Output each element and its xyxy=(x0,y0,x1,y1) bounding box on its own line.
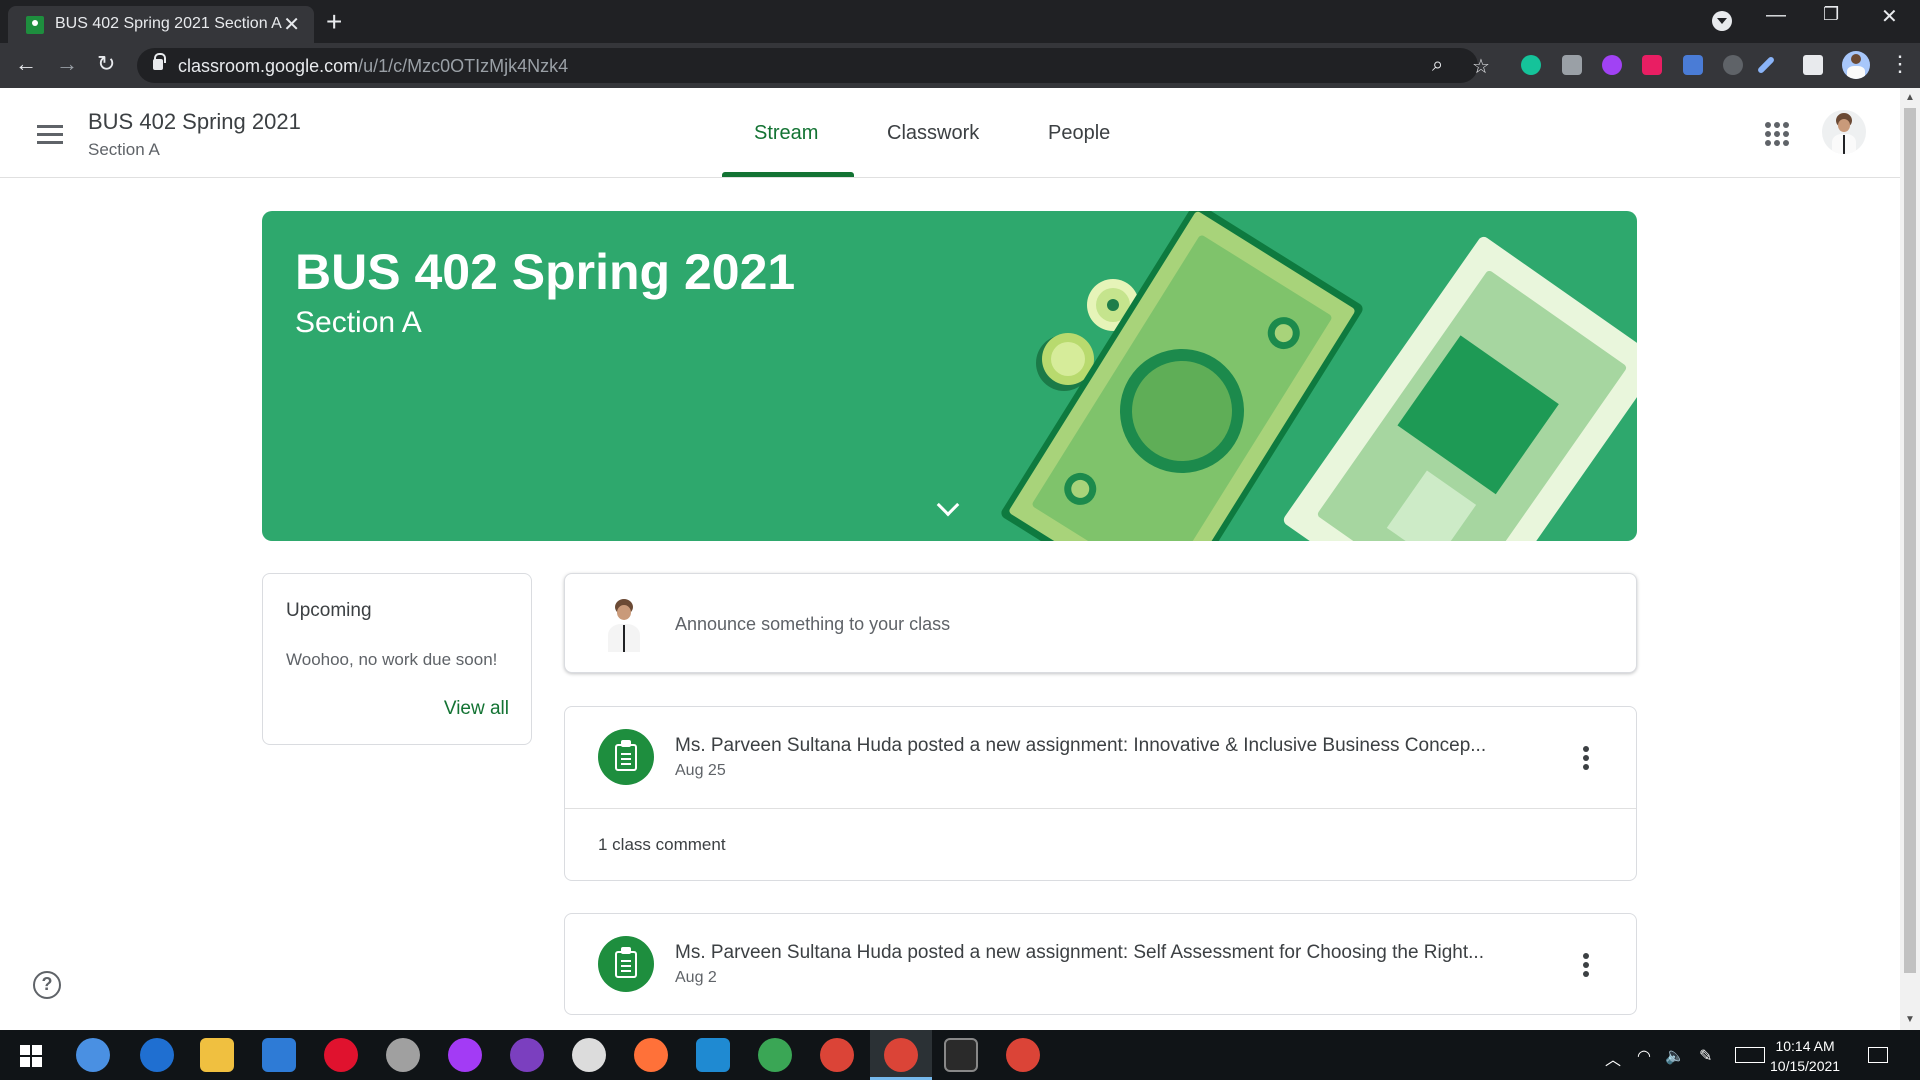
announce-box[interactable]: Announce something to your class xyxy=(564,573,1637,673)
zoom-icon[interactable]: ⌕ xyxy=(1432,54,1443,77)
main-menu-icon[interactable] xyxy=(37,125,63,144)
back-button[interactable]: ← xyxy=(15,51,37,77)
browser-tab[interactable]: BUS 402 Spring 2021 Section A ✕ xyxy=(8,6,314,43)
assignment-icon xyxy=(598,936,654,992)
view-all-link[interactable]: View all xyxy=(444,698,509,720)
page-scrollbar[interactable]: ▲ ▼ xyxy=(1900,88,1920,1030)
post-date: Aug 25 xyxy=(675,762,726,779)
close-tab-icon[interactable]: ✕ xyxy=(283,12,300,37)
minimize-button[interactable]: — xyxy=(1766,4,1786,27)
opera-icon[interactable] xyxy=(324,1038,358,1072)
tab-search-icon[interactable] xyxy=(1712,11,1732,31)
chrome-profile-avatar[interactable] xyxy=(1842,51,1870,79)
satellite-app-icon[interactable] xyxy=(386,1038,420,1072)
puzzle-extensions-icon[interactable] xyxy=(1803,55,1823,75)
banner-subtitle: Section A xyxy=(295,306,422,339)
tab-stream[interactable]: Stream xyxy=(754,122,818,145)
notifications-icon[interactable] xyxy=(1868,1047,1888,1063)
link-extension-icon[interactable] xyxy=(1723,55,1743,75)
reload-button[interactable]: ↻ xyxy=(97,51,115,77)
account-avatar[interactable] xyxy=(1822,110,1866,154)
upcoming-empty-text: Woohoo, no work due soon! xyxy=(286,650,498,669)
banner-title[interactable]: BUS 402 Spring 2021 xyxy=(295,243,795,301)
bookmark-star-icon[interactable]: ☆ xyxy=(1472,54,1490,79)
browser-tab-bar: BUS 402 Spring 2021 Section A ✕ + — ❐ ✕ xyxy=(0,0,1920,43)
keyboard-icon[interactable] xyxy=(1735,1047,1765,1063)
messenger-icon[interactable] xyxy=(448,1038,482,1072)
upcoming-title: Upcoming xyxy=(286,600,372,621)
classroom-header: BUS 402 Spring 2021 Section A Stream Cla… xyxy=(0,88,1900,178)
tab-people[interactable]: People xyxy=(1048,122,1110,145)
active-tab-indicator xyxy=(722,172,854,177)
course-title[interactable]: BUS 402 Spring 2021 xyxy=(88,109,301,135)
browser-tab-title: BUS 402 Spring 2021 Section A xyxy=(55,15,282,32)
terminal-icon[interactable] xyxy=(944,1038,978,1072)
post-divider xyxy=(565,808,1636,809)
post-title[interactable]: Ms. Parveen Sultana Huda posted a new as… xyxy=(675,942,1551,964)
play-extension-icon[interactable] xyxy=(1642,55,1662,75)
new-tab-button[interactable]: + xyxy=(326,6,342,38)
scroll-thumb[interactable] xyxy=(1904,108,1916,973)
windows-taskbar: ︿ ◠ 🔈 ✎ 10:14 AM 10/15/2021 xyxy=(0,1030,1920,1080)
windows-start-icon[interactable] xyxy=(20,1045,42,1067)
upcoming-card: Upcoming Woohoo, no work due soon! View … xyxy=(262,573,532,745)
tab-classwork[interactable]: Classwork xyxy=(887,122,979,145)
class-comments-link[interactable]: 1 class comment xyxy=(598,835,726,855)
assignment-post[interactable]: Ms. Parveen Sultana Huda posted a new as… xyxy=(564,913,1637,1015)
pen-extension-icon[interactable] xyxy=(1756,55,1776,75)
firefox-icon[interactable] xyxy=(634,1038,668,1072)
clock-time: 10:14 AM xyxy=(1775,1038,1835,1054)
pen-workspace-icon[interactable]: ✎ xyxy=(1699,1046,1712,1066)
course-section: Section A xyxy=(88,140,160,159)
github-desktop-icon[interactable] xyxy=(510,1038,544,1072)
tray-overflow-icon[interactable]: ︿ xyxy=(1605,1046,1621,1070)
post-date: Aug 2 xyxy=(675,969,717,986)
address-bar[interactable]: classroom.google.com/u/1/c/Mzc0OTIzMjk4N… xyxy=(137,48,1490,83)
paint-icon[interactable] xyxy=(572,1038,606,1072)
address-url[interactable]: classroom.google.com/u/1/c/Mzc0OTIzMjk4N… xyxy=(178,56,568,77)
classroom-favicon-icon xyxy=(26,16,44,34)
scroll-down-icon[interactable]: ▼ xyxy=(1905,1014,1915,1025)
clock-date: 10/15/2021 xyxy=(1770,1058,1841,1074)
forward-button[interactable]: → xyxy=(56,51,78,77)
chrome-icon[interactable] xyxy=(820,1038,854,1072)
file-explorer-icon[interactable] xyxy=(200,1038,234,1072)
chrome-profile-icon[interactable] xyxy=(1006,1038,1040,1072)
browser-toolbar: ← → ↻ classroom.google.com/u/1/c/Mzc0OTI… xyxy=(0,43,1920,88)
wifi-icon[interactable]: ◠ xyxy=(1637,1046,1651,1066)
restore-button[interactable]: ❐ xyxy=(1823,4,1839,25)
grammarly-extension-icon[interactable] xyxy=(1521,55,1541,75)
course-banner: BUS 402 Spring 2021 Section A xyxy=(262,211,1637,541)
camera-extension-icon[interactable] xyxy=(1562,55,1582,75)
close-window-button[interactable]: ✕ xyxy=(1881,4,1898,29)
edge-icon[interactable] xyxy=(140,1038,174,1072)
scroll-up-icon[interactable]: ▲ xyxy=(1905,92,1915,103)
user-avatar xyxy=(598,596,650,652)
google-apps-icon[interactable] xyxy=(1765,122,1789,146)
taskbar-clock[interactable]: 10:14 AM 10/15/2021 xyxy=(1770,1036,1840,1076)
globe-app-icon[interactable] xyxy=(758,1038,792,1072)
help-icon[interactable]: ? xyxy=(33,971,61,999)
vpn-extension-icon[interactable] xyxy=(1602,55,1622,75)
chrome-menu-icon[interactable]: ⋮ xyxy=(1889,51,1911,77)
lock-icon[interactable] xyxy=(153,53,166,70)
announce-placeholder[interactable]: Announce something to your class xyxy=(675,614,950,635)
vscode-icon[interactable] xyxy=(696,1038,730,1072)
download-extension-icon[interactable] xyxy=(1683,55,1703,75)
more-options-icon[interactable] xyxy=(1583,746,1589,770)
assignment-icon xyxy=(598,729,654,785)
post-title[interactable]: Ms. Parveen Sultana Huda posted a new as… xyxy=(675,735,1551,757)
gb-app-icon[interactable] xyxy=(76,1038,110,1072)
volume-icon[interactable]: 🔈 xyxy=(1665,1046,1685,1066)
mail-icon[interactable] xyxy=(262,1038,296,1072)
more-options-icon[interactable] xyxy=(1583,953,1589,977)
assignment-post[interactable]: Ms. Parveen Sultana Huda posted a new as… xyxy=(564,706,1637,881)
chrome-active-icon[interactable] xyxy=(884,1038,918,1072)
